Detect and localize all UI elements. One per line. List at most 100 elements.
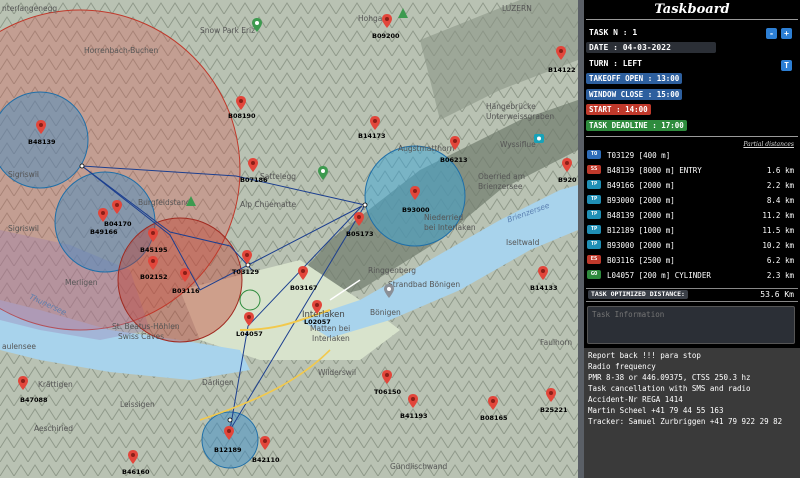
place-label: Wilderswil (318, 368, 357, 377)
waypoint-pin-icon[interactable] (148, 256, 158, 270)
turnpoint-row[interactable]: TP B93000 [2000 m] 8.4 km (587, 194, 797, 206)
place-label: Swiss Caves (118, 332, 164, 341)
turnpoint-distance: 10.2 km (762, 241, 794, 250)
waypoint-pin-icon[interactable] (248, 158, 258, 172)
waypoint-pin-icon[interactable] (382, 14, 392, 28)
waypoint-pin-icon[interactable] (312, 300, 322, 314)
waypoint-label: B09200 (372, 32, 400, 40)
place-label: Niederried (424, 213, 464, 222)
waypoint-pin-icon[interactable] (128, 450, 138, 464)
optimized-distance-bar: TASK OPTIMIZED DISTANCE: 53.6 Km (586, 288, 798, 302)
toggle-turn-button[interactable]: T (781, 60, 792, 71)
waypoint-label: T06150 (374, 388, 402, 396)
waypoint-pin-icon[interactable] (556, 46, 566, 60)
place-pin-icon[interactable] (384, 284, 394, 298)
waypoint-pin-icon[interactable] (488, 396, 498, 410)
waypoint-label: B02152 (140, 273, 168, 281)
place-label: Snow Park Eriz (200, 26, 256, 35)
place-label: aulensee (2, 342, 36, 351)
waypoint-pin-icon[interactable] (112, 200, 122, 214)
waypoint-label: B48139 (28, 138, 56, 146)
poi-marker-icon[interactable] (252, 18, 262, 32)
waypoint-pin-icon[interactable] (354, 212, 364, 226)
waypoint-pin-icon[interactable] (450, 136, 460, 150)
turnpoint-row[interactable]: GO L04057 [200 m] CYLINDER 2.3 km (587, 269, 797, 281)
add-task-button[interactable]: + (781, 28, 792, 39)
turnpoint-row[interactable]: TP B49166 [2000 m] 2.2 km (587, 179, 797, 191)
turnpoint-row[interactable]: TP B93000 [2000 m] 10.2 km (587, 239, 797, 251)
place-label: nterlangenegg (2, 4, 58, 13)
turnpoint-row[interactable]: TO T03129 [400 m] (587, 149, 797, 161)
place-label: Burgfeldstand (138, 198, 191, 207)
turnpoint-name: T03129 [400 m] (607, 151, 671, 160)
turnpoint-type-badge: TP (587, 210, 601, 219)
note-line: PMR 8-38 or 446.09375, CTSS 250.3 hz (588, 373, 751, 382)
waypoint-pin-icon[interactable] (410, 186, 420, 200)
waypoint-label: B07186 (240, 176, 268, 184)
turnpoint-type-badge: SS (587, 165, 601, 174)
poi-marker-icon[interactable] (318, 166, 328, 180)
turnpoint-name: L04057 [200 m] CYLINDER (607, 271, 711, 280)
waypoint-pin-icon[interactable] (562, 158, 572, 172)
waypoint-label: B14173 (358, 132, 386, 140)
turnpoint-row[interactable]: SS B48139 [8000 m] ENTRY 1.6 km (587, 164, 797, 176)
waypoint-label: B45195 (140, 246, 168, 254)
waypoint-label: B03116 (172, 287, 200, 295)
note-line: Tracker: Samuel Zurbriggen +41 79 922 29… (588, 417, 783, 426)
place-label: Interlaken (312, 334, 350, 343)
turnpoint-row[interactable]: ES B03116 [2500 m] 6.2 km (587, 254, 797, 266)
waypoint-label: B06213 (440, 156, 468, 164)
place-label: Krättigen (38, 380, 73, 389)
remove-task-button[interactable]: - (766, 28, 777, 39)
waypoint-pin-icon[interactable] (148, 228, 158, 242)
task-information-input[interactable] (587, 306, 795, 344)
place-label: Aeschiried (34, 424, 74, 433)
turnpoint-name: B93000 [2000 m] (607, 241, 675, 250)
waypoint-pin-icon[interactable] (98, 208, 108, 222)
place-label: Unterweissgraben (486, 112, 555, 121)
waypoint-pin-icon[interactable] (370, 116, 380, 130)
waypoint-label: B03167 (290, 284, 318, 292)
turnpoint-type-badge: ES (587, 255, 601, 264)
waypoint-pin-icon[interactable] (224, 426, 234, 440)
task-turn: TURN : LEFT (589, 59, 642, 68)
waypoint-pin-icon[interactable] (260, 436, 270, 450)
turnpoint-type-badge: TP (587, 240, 601, 249)
waypoint-pin-icon[interactable] (18, 376, 28, 390)
map-view[interactable]: nterlangenegg Snow Park Eriz Horrenbach-… (0, 0, 578, 478)
place-label: Wyssiflue (500, 140, 536, 149)
turnpoint-row[interactable]: TP B12189 [1000 m] 11.5 km (587, 224, 797, 236)
place-label: Hängebrücke (486, 102, 536, 111)
note-line: Radio frequency (588, 362, 656, 371)
turnpoint-distance: 2.2 km (766, 181, 794, 190)
camera-icon[interactable] (534, 132, 544, 146)
waypoint-pin-icon[interactable] (36, 120, 46, 134)
waypoint-pin-icon[interactable] (408, 394, 418, 408)
place-label: Leissigen (120, 400, 155, 409)
divider (586, 136, 798, 137)
waypoint-pin-icon[interactable] (180, 268, 190, 282)
task-notes: Report back !!! para stop Radio frequency… (584, 348, 800, 478)
waypoint-pin-icon[interactable] (546, 388, 556, 402)
waypoint-pin-icon[interactable] (242, 250, 252, 264)
place-label: Därligen (202, 378, 234, 387)
waypoint-pin-icon[interactable] (236, 96, 246, 110)
turnpoint-name: B03116 [2500 m] (607, 256, 675, 265)
optimized-distance-label: TASK OPTIMIZED DISTANCE: (588, 290, 688, 299)
turnpoint-distance: 11.5 km (762, 226, 794, 235)
note-line: Martin Scheel +41 79 44 55 163 (588, 406, 724, 415)
place-label: Horrenbach-Buchen (84, 46, 159, 55)
waypoint-pin-icon[interactable] (298, 266, 308, 280)
waypoint-label: B46160 (122, 468, 150, 476)
turnpoint-distance: 1.6 km (766, 166, 794, 175)
turnpoint-type-badge: GO (587, 270, 601, 279)
place-label: Alp Chüematte (240, 200, 297, 209)
waypoint-label: B12189 (214, 446, 242, 454)
task-number: TASK N : 1 (589, 28, 638, 37)
waypoint-pin-icon[interactable] (382, 370, 392, 384)
place-label: Sigriswil (8, 224, 39, 233)
mountain-icon (186, 196, 196, 206)
waypoint-pin-icon[interactable] (244, 312, 254, 326)
waypoint-pin-icon[interactable] (538, 266, 548, 280)
turnpoint-row[interactable]: TP B48139 [2000 m] 11.2 km (587, 209, 797, 221)
